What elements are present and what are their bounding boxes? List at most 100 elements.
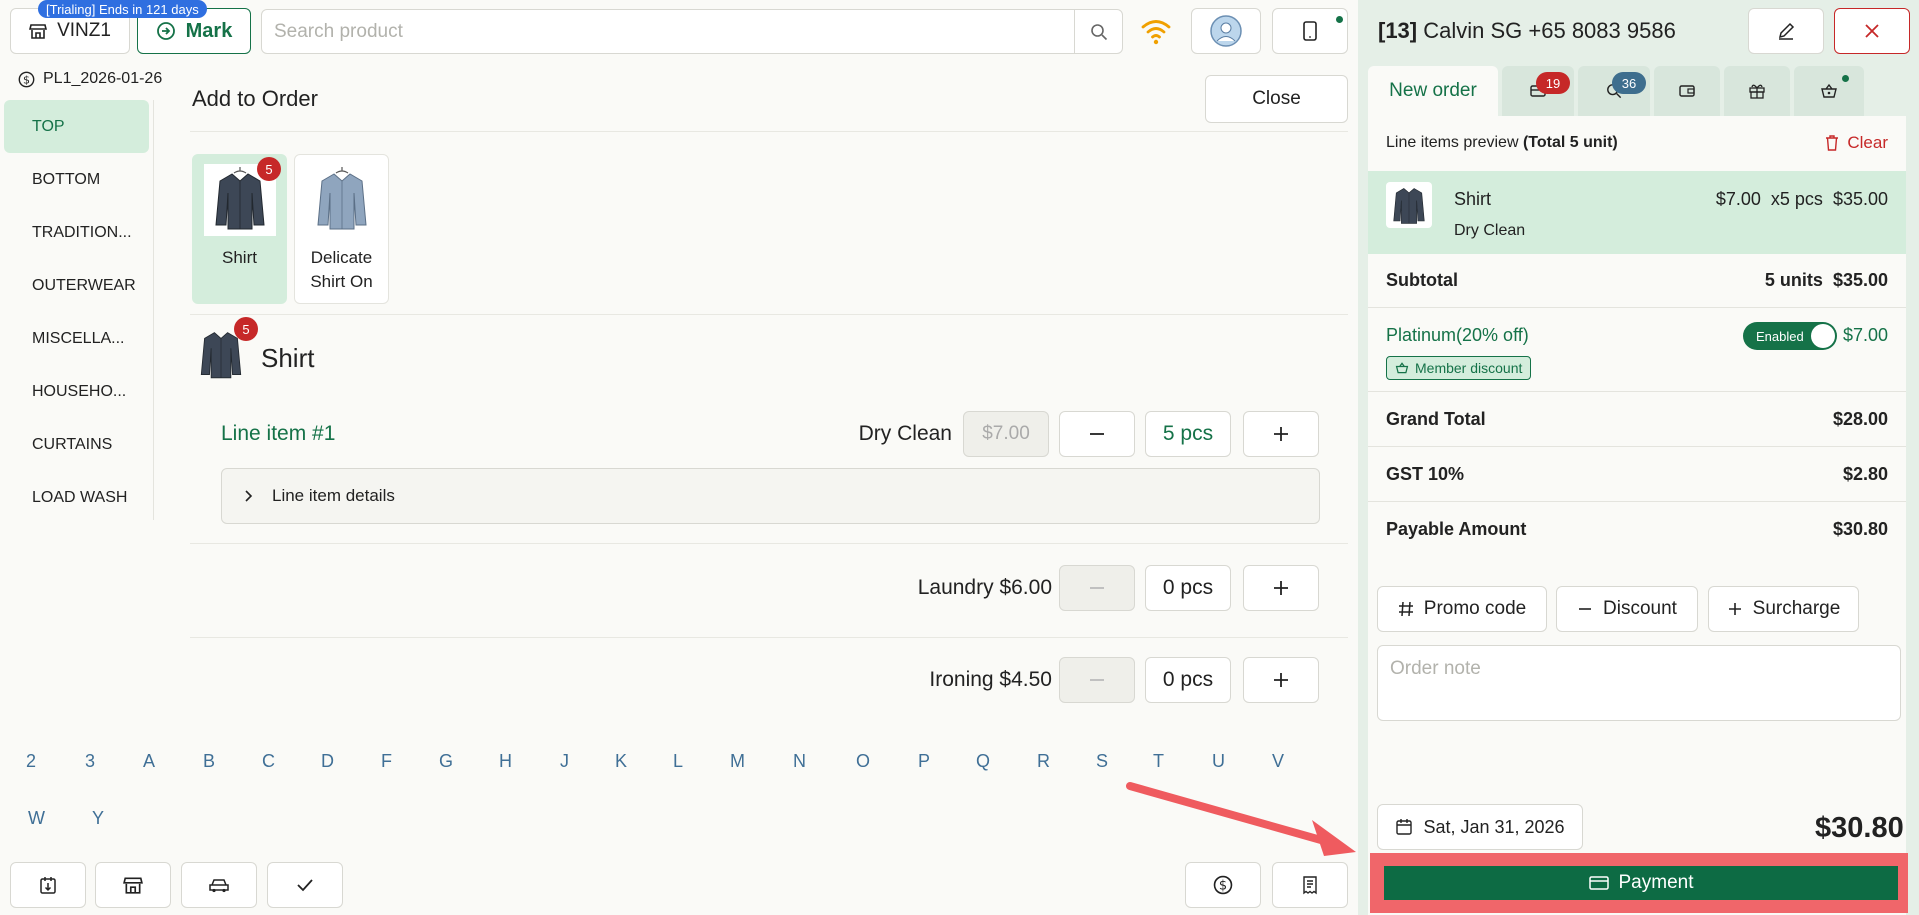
pricelist-name: PL1_2026-01-26 xyxy=(43,70,163,87)
decrement-button[interactable] xyxy=(1059,411,1135,457)
due-date-button[interactable]: Sat, Jan 31, 2026 xyxy=(1377,804,1583,850)
decrement-button[interactable] xyxy=(1059,657,1135,703)
alpha-filter[interactable]: U xyxy=(1212,751,1225,772)
close-icon xyxy=(1865,24,1879,38)
preview-line-item[interactable]: Shirt Dry Clean $7.00 x5 pcs $35.00 xyxy=(1368,171,1906,254)
order-note-input[interactable] xyxy=(1377,645,1901,721)
alpha-filter[interactable]: V xyxy=(1272,751,1284,772)
alpha-filter[interactable]: 3 xyxy=(85,751,95,772)
product-card-delicate-shirt[interactable]: Delicate Shirt On xyxy=(294,154,389,304)
category-curtains[interactable]: CURTAINS xyxy=(4,418,153,471)
alpha-filter[interactable]: J xyxy=(560,751,569,772)
product-count-badge: 5 xyxy=(257,157,281,181)
increment-button[interactable] xyxy=(1243,565,1319,611)
divider xyxy=(190,543,1348,544)
alpha-filter[interactable]: A xyxy=(143,751,155,772)
search-icon xyxy=(1090,23,1107,40)
tab-gift[interactable] xyxy=(1724,66,1790,116)
wifi-icon xyxy=(1141,20,1171,45)
alpha-filter[interactable]: 2 xyxy=(26,751,36,772)
search-count-badge: 36 xyxy=(1612,72,1646,94)
alpha-filter[interactable]: Y xyxy=(92,808,104,829)
alpha-filter[interactable]: N xyxy=(793,751,806,772)
tab-membership[interactable] xyxy=(1794,66,1864,116)
edit-customer-button[interactable] xyxy=(1748,8,1824,54)
plus-icon xyxy=(1274,673,1288,687)
check-icon xyxy=(297,879,313,892)
plus-icon xyxy=(1274,427,1288,441)
alpha-filter[interactable]: M xyxy=(730,751,745,772)
subtotal-value: 5 units $35.00 xyxy=(1764,270,1888,290)
alpha-filter[interactable]: L xyxy=(673,751,683,772)
shirt-icon xyxy=(1393,188,1425,224)
service-label-ironing: Ironing $4.50 xyxy=(929,668,1052,691)
crown-basket-icon xyxy=(1821,83,1837,98)
surcharge-button[interactable]: Surcharge xyxy=(1708,586,1859,632)
alpha-filter[interactable]: D xyxy=(321,751,334,772)
alpha-filter[interactable]: G xyxy=(439,751,453,772)
online-indicator xyxy=(1336,16,1343,23)
clear-button[interactable]: Clear xyxy=(1825,133,1888,153)
search-button[interactable] xyxy=(1074,10,1122,53)
quantity-value[interactable]: 0 pcs xyxy=(1145,565,1231,611)
alpha-filter[interactable]: W xyxy=(28,808,45,829)
decrement-button[interactable] xyxy=(1059,565,1135,611)
search-input[interactable] xyxy=(262,10,1076,53)
tab-search-orders[interactable]: 36 xyxy=(1578,66,1650,116)
receipt-button[interactable] xyxy=(1272,862,1348,908)
line-item-details-toggle[interactable]: Line item details xyxy=(221,468,1320,524)
discount-button[interactable]: Discount xyxy=(1556,586,1698,632)
alpha-filter[interactable]: C xyxy=(262,751,275,772)
promo-code-button[interactable]: Promo code xyxy=(1377,586,1547,632)
payment-button[interactable]: Payment xyxy=(1384,866,1898,900)
svg-text:$: $ xyxy=(1219,879,1227,894)
category-load-wash[interactable]: LOAD WASH xyxy=(4,471,153,524)
category-traditional[interactable]: TRADITION... xyxy=(4,206,153,259)
quantity-value[interactable]: 0 pcs xyxy=(1145,657,1231,703)
close-button[interactable]: Close xyxy=(1205,75,1348,123)
product-image xyxy=(305,164,378,236)
store-pickup-button[interactable] xyxy=(95,862,171,908)
alpha-filter[interactable]: H xyxy=(499,751,512,772)
subtotal-row: Subtotal 5 units $35.00 xyxy=(1368,254,1906,308)
alpha-filter[interactable]: O xyxy=(856,751,870,772)
pricelist-selector[interactable]: $ PL1_2026-01-26 xyxy=(18,70,162,88)
tab-wallet[interactable] xyxy=(1654,66,1720,116)
product-card-shirt[interactable]: Shirt 5 xyxy=(192,154,287,304)
delivery-button[interactable] xyxy=(181,862,257,908)
remove-customer-button[interactable] xyxy=(1834,8,1910,54)
customer-name: Calvin SG +65 8083 9586 xyxy=(1423,18,1676,43)
mark-icon xyxy=(156,22,175,40)
increment-button[interactable] xyxy=(1243,657,1319,703)
alpha-filter[interactable]: K xyxy=(615,751,627,772)
alpha-filter[interactable]: P xyxy=(918,751,930,772)
grand-total-label: Grand Total xyxy=(1386,409,1486,429)
alpha-filter[interactable]: B xyxy=(203,751,215,772)
category-household[interactable]: HOUSEHO... xyxy=(4,365,153,418)
alpha-filter[interactable]: R xyxy=(1037,751,1050,772)
calendar-button[interactable] xyxy=(10,862,86,908)
done-button[interactable] xyxy=(267,862,343,908)
category-bottom[interactable]: BOTTOM xyxy=(4,153,153,206)
trial-badge: [Trialing] Ends in 121 days xyxy=(38,0,207,18)
alpha-filter[interactable]: S xyxy=(1096,751,1108,772)
alpha-filter[interactable]: T xyxy=(1153,751,1164,772)
category-outerwear[interactable]: OUTERWEAR xyxy=(4,259,153,312)
alpha-filter[interactable]: Q xyxy=(976,751,990,772)
bills-count-badge: 19 xyxy=(1536,72,1570,94)
price-button[interactable]: $ xyxy=(1185,862,1261,908)
divider xyxy=(190,637,1348,638)
profile-button[interactable] xyxy=(1191,8,1261,54)
tab-new-order[interactable]: New order xyxy=(1368,66,1498,116)
alpha-filter[interactable]: F xyxy=(381,751,392,772)
member-discount-toggle[interactable]: Enabled xyxy=(1743,322,1837,350)
quantity-value[interactable]: 5 pcs xyxy=(1145,411,1231,457)
wallet-icon xyxy=(1679,85,1695,97)
category-top[interactable]: TOP xyxy=(4,100,149,153)
crown-basket-icon xyxy=(1395,362,1409,374)
increment-button[interactable] xyxy=(1243,411,1319,457)
device-button[interactable] xyxy=(1272,8,1348,54)
category-miscellaneous[interactable]: MISCELLA... xyxy=(4,312,153,365)
tab-bills[interactable]: 19 xyxy=(1502,66,1574,116)
detail-product-name: Shirt xyxy=(261,343,315,373)
